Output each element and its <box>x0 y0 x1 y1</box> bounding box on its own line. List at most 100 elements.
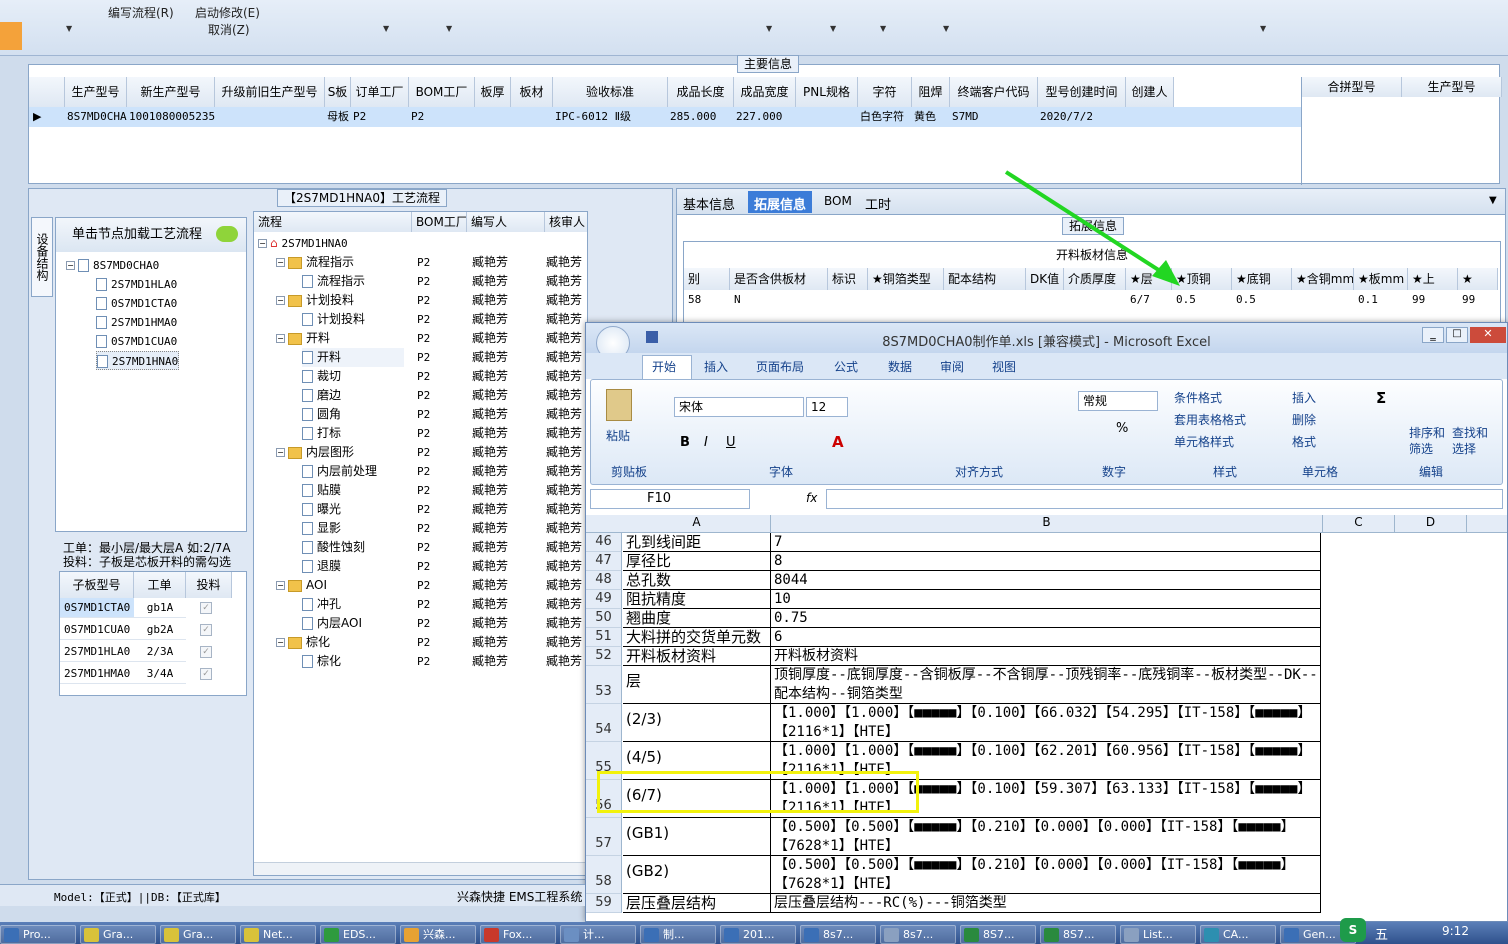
main-info-row[interactable]: ▶ 8S7MD0CHA0 10010800052355 母板 P2 P2 IPC-6012 … <box>29 107 1301 127</box>
ribbon-tab-review[interactable]: 审阅 <box>940 357 964 377</box>
taskbar-button[interactable]: List... <box>1120 925 1196 944</box>
taskbar-button[interactable]: 兴森... <box>400 925 476 944</box>
sum-icon[interactable]: Σ <box>1376 389 1386 407</box>
main-cell[interactable]: 黄色 <box>914 107 950 127</box>
col-header-b[interactable]: B <box>771 515 1323 533</box>
table-format-button[interactable]: 套用表格格式 <box>1174 411 1246 428</box>
chevron-down-icon[interactable]: ▼ <box>830 24 836 33</box>
cell-a[interactable]: 总孔数 <box>623 571 771 590</box>
main-cell[interactable] <box>798 107 858 127</box>
material-cell[interactable] <box>1296 290 1354 310</box>
tab-hours[interactable]: 工时 <box>865 194 891 213</box>
sub-row-model[interactable]: 2S7MD1HMA0 <box>60 664 134 684</box>
tree-node[interactable]: 2S7MD1HLA0 <box>96 275 177 294</box>
ribbon-tab-data[interactable]: 数据 <box>888 357 912 377</box>
material-cell[interactable]: 58 <box>688 290 730 310</box>
sub-row-order[interactable]: 3/4A <box>134 664 186 684</box>
col-header-c[interactable]: C <box>1323 515 1395 533</box>
close-button[interactable]: ✕ <box>1470 327 1506 343</box>
taskbar-button[interactable]: Gra... <box>80 925 156 944</box>
feed-checkbox[interactable]: ✓ <box>200 646 212 658</box>
fx-icon[interactable]: fx <box>806 491 817 505</box>
taskbar-button[interactable]: 8s7... <box>800 925 876 944</box>
tree-node-selected[interactable]: 2S7MD1HNA0 <box>96 351 180 370</box>
horizontal-scrollbar[interactable] <box>254 862 587 875</box>
font-color-button[interactable]: A <box>832 433 844 451</box>
feed-checkbox[interactable]: ✓ <box>200 602 212 614</box>
cell-a[interactable]: 开料板材资料 <box>623 647 771 666</box>
taskbar-button[interactable]: 8S7... <box>960 925 1036 944</box>
flow-node[interactable]: − 内层图形 <box>276 443 404 462</box>
tree-node[interactable]: 0S7MD1CUA0 <box>96 332 177 351</box>
flow-node[interactable]: 圆角 <box>302 405 404 424</box>
cell-a[interactable]: 翘曲度 <box>623 609 771 628</box>
flow-node[interactable]: 棕化 <box>302 652 404 671</box>
cell-a[interactable]: 厚径比 <box>623 552 771 571</box>
expand-icon[interactable]: − <box>276 581 285 590</box>
chevron-down-icon[interactable]: ▼ <box>446 24 452 33</box>
side-tab-equipment[interactable]: 设备结构 <box>31 217 53 297</box>
menu-start-modify[interactable]: 启动修改(E) <box>195 5 260 21</box>
name-box[interactable]: F10 <box>590 489 750 509</box>
formula-input[interactable] <box>826 489 1503 509</box>
cell-a[interactable]: (2/3) <box>623 704 771 742</box>
chevron-down-icon[interactable]: ▼ <box>943 24 949 33</box>
sub-row-model[interactable]: 0S7MD1CUA0 <box>60 620 134 640</box>
cell-b[interactable]: 【0.500】【0.500】【■■■■■】【0.210】【0.000】【0.00… <box>771 856 1321 894</box>
row-number[interactable]: 53 <box>586 666 622 704</box>
row-number[interactable]: 48 <box>586 571 622 590</box>
bold-button[interactable]: B <box>680 435 690 450</box>
ribbon-tab-home[interactable]: 开始 <box>652 357 676 377</box>
ime-logo-icon[interactable]: S <box>1340 918 1366 942</box>
flow-node[interactable]: 开料 <box>302 348 404 367</box>
tab-basic-info[interactable]: 基本信息 <box>683 194 735 213</box>
ribbon-tab-layout[interactable]: 页面布局 <box>756 357 804 377</box>
material-cell[interactable]: N <box>734 290 828 310</box>
chevron-down-icon[interactable]: ▼ <box>1489 195 1497 206</box>
delete-cells-button[interactable]: 删除 <box>1292 411 1316 428</box>
tab-extended-info[interactable]: 拓展信息 <box>748 191 813 213</box>
cell-style-button[interactable]: 单元格样式 <box>1174 433 1234 450</box>
flow-node[interactable]: − 棕化 <box>276 633 404 652</box>
find-select-button[interactable]: 查找和选择 <box>1452 425 1492 457</box>
chevron-down-icon[interactable]: ▼ <box>383 24 389 33</box>
cell-b[interactable]: 开料板材资料 <box>771 647 1321 666</box>
col-header-d[interactable]: D <box>1395 515 1467 533</box>
flow-node[interactable]: − 流程指示 <box>276 253 404 272</box>
paste-icon[interactable] <box>606 389 632 421</box>
ribbon-tab-formula[interactable]: 公式 <box>834 357 858 377</box>
material-cell[interactable]: 99 <box>1462 290 1498 310</box>
flow-node[interactable]: 曝光 <box>302 500 404 519</box>
flow-root[interactable]: − ⌂ 2S7MD1HNA0 <box>258 234 348 253</box>
row-number[interactable]: 54 <box>586 704 622 742</box>
cell-b[interactable]: 层压叠层结构---RC(%)---铜箔类型 <box>771 894 1321 913</box>
main-cell[interactable] <box>217 107 325 127</box>
flow-node[interactable]: 内层前处理 <box>302 462 404 481</box>
flow-node[interactable]: − 开料 <box>276 329 404 348</box>
cell-a[interactable]: (GB1) <box>623 818 771 856</box>
taskbar-button[interactable]: Fox... <box>480 925 556 944</box>
tab-bom[interactable]: BOM <box>824 194 852 208</box>
worksheet[interactable]: 46 孔到线间距 7 47 厚径比 8 48 总孔数 8044 49 阻抗精度 10 50 翘曲度 0.75… <box>586 533 1507 923</box>
col-header-a[interactable]: A <box>623 515 771 533</box>
expand-icon[interactable]: − <box>276 334 285 343</box>
material-cell[interactable]: 99 <box>1412 290 1458 310</box>
cell-a[interactable]: 孔到线间距 <box>623 533 771 552</box>
feed-checkbox[interactable]: ✓ <box>200 624 212 636</box>
menu-edit-flow[interactable]: 编写流程(R) <box>108 5 174 21</box>
italic-button[interactable]: I <box>704 435 708 450</box>
cell-b[interactable]: 10 <box>771 590 1321 609</box>
flow-node[interactable]: 冲孔 <box>302 595 404 614</box>
main-cell[interactable]: P2 <box>411 107 475 127</box>
main-cell[interactable]: 8S7MD0CHA0 <box>67 107 127 127</box>
taskbar-button[interactable]: 8S7... <box>1040 925 1116 944</box>
taskbar-button[interactable]: Pro... <box>0 925 76 944</box>
material-cell[interactable] <box>872 290 944 310</box>
flow-node[interactable]: 酸性蚀刻 <box>302 538 404 557</box>
insert-cells-button[interactable]: 插入 <box>1292 389 1316 406</box>
sub-row-model[interactable]: 0S7MD1CTA0 <box>60 598 134 618</box>
flow-node[interactable]: 打标 <box>302 424 404 443</box>
flow-node[interactable]: 退膜 <box>302 557 404 576</box>
tree-node[interactable]: 0S7MD1CTA0 <box>96 294 177 313</box>
cell-b[interactable]: 6 <box>771 628 1321 647</box>
